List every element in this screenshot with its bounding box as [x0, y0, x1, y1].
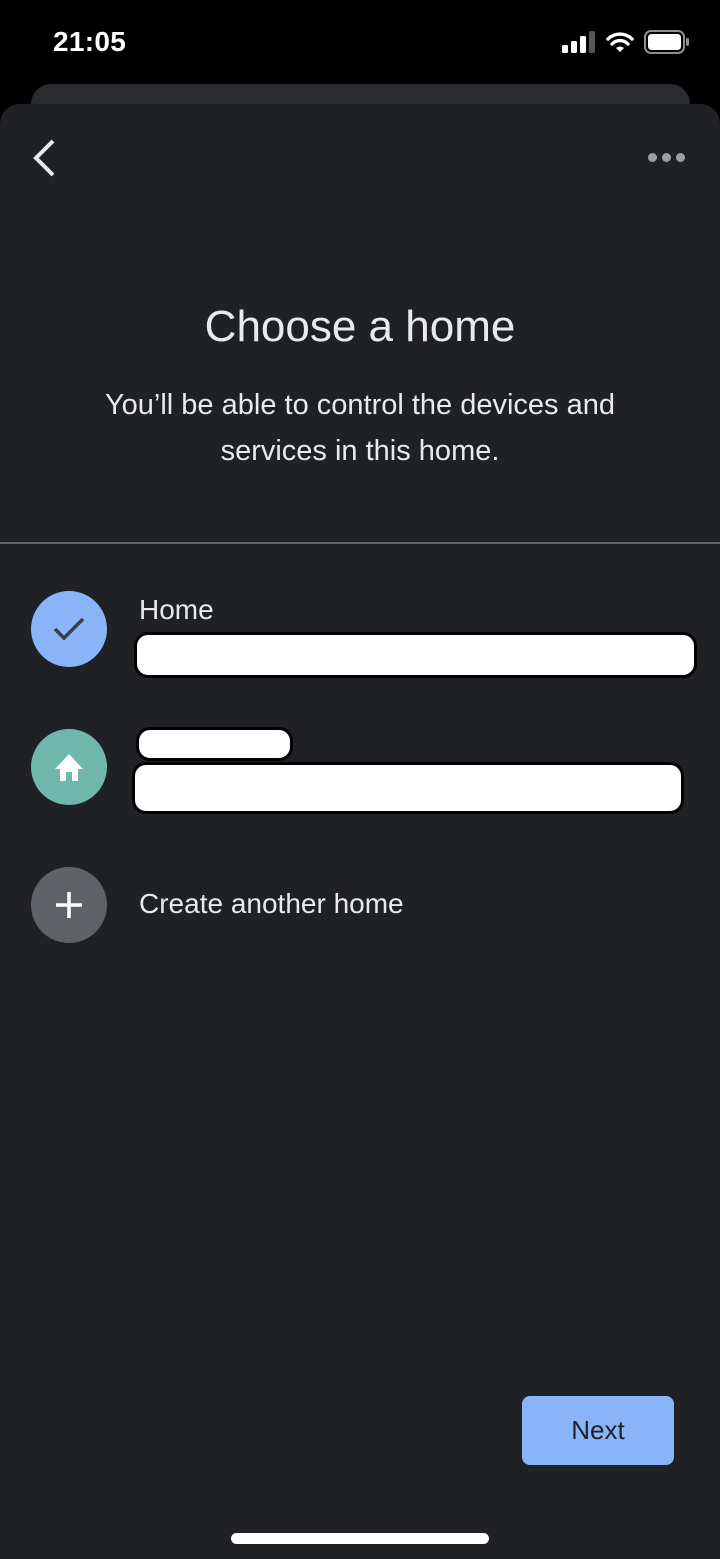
- home-list-item[interactable]: Home: [0, 580, 720, 690]
- redacted-home-name: [136, 727, 293, 761]
- create-home-button[interactable]: Create another home: [0, 860, 720, 952]
- more-options-button[interactable]: [642, 142, 690, 172]
- battery-icon: [644, 30, 689, 54]
- back-button[interactable]: [22, 134, 66, 182]
- redacted-address: [134, 632, 697, 678]
- chevron-left-icon: [33, 139, 55, 177]
- status-time: 21:05: [53, 26, 127, 57]
- page-subtitle: You’ll be able to control the devices an…: [104, 389, 615, 467]
- check-icon: [53, 617, 85, 641]
- next-button[interactable]: Next: [522, 1396, 674, 1465]
- create-home-label: Create another home: [139, 888, 404, 919]
- page-title: Choose a home: [204, 302, 516, 351]
- home-list-item[interactable]: [0, 720, 720, 820]
- redacted-address: [132, 762, 684, 814]
- home-icon: [55, 754, 83, 781]
- status-bar: 21:05: [0, 0, 720, 84]
- more-horizontal-icon: [675, 152, 685, 162]
- home-name: Home: [139, 594, 214, 625]
- create-avatar: [31, 867, 107, 943]
- status-icons: [562, 30, 690, 54]
- more-horizontal-icon: [647, 152, 657, 162]
- divider: [0, 542, 720, 544]
- home-indicator[interactable]: [231, 1533, 489, 1544]
- selected-avatar: [31, 591, 107, 667]
- plus-icon: [56, 892, 82, 918]
- cellular-signal-icon: [562, 31, 595, 53]
- more-horizontal-icon: [661, 152, 671, 162]
- wifi-icon: [606, 32, 634, 52]
- home-avatar: [31, 729, 107, 805]
